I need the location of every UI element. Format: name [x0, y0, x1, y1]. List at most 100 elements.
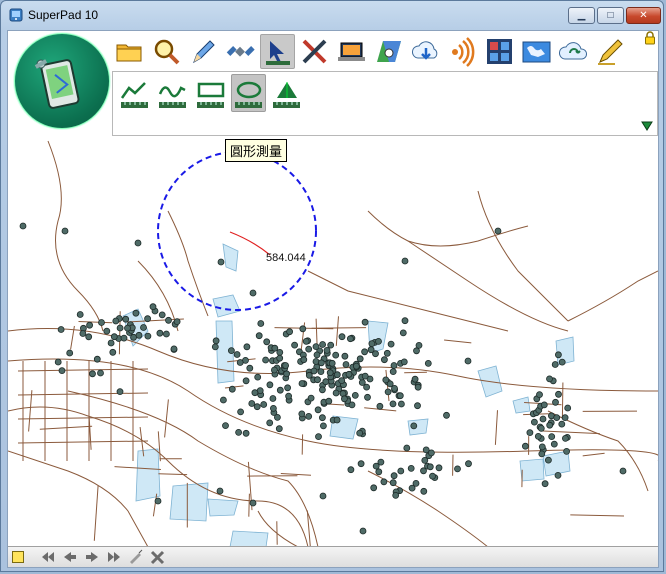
map-point[interactable] [219, 396, 227, 404]
map-point[interactable] [144, 315, 152, 323]
map-point[interactable] [422, 446, 430, 454]
map-point[interactable] [540, 401, 548, 409]
map-point[interactable] [236, 359, 244, 366]
map-point[interactable] [299, 325, 307, 333]
map-point[interactable] [269, 404, 277, 412]
map-point[interactable] [522, 442, 529, 450]
cloud-download-button[interactable] [408, 34, 443, 69]
map-point[interactable] [538, 443, 546, 451]
map-point[interactable] [271, 344, 279, 352]
map-point[interactable] [408, 484, 416, 492]
map-point[interactable] [389, 479, 397, 487]
map-point[interactable] [401, 317, 409, 325]
map-point[interactable] [494, 227, 502, 235]
angle-measure-tool[interactable] [269, 74, 304, 112]
map-point[interactable] [313, 351, 321, 359]
map-point[interactable] [76, 311, 84, 318]
map-point[interactable] [156, 329, 164, 337]
map-point[interactable] [212, 337, 220, 345]
map-view-button[interactable] [371, 34, 406, 69]
map-point[interactable] [361, 318, 369, 326]
map-point[interactable] [66, 349, 74, 357]
map-point[interactable] [407, 464, 415, 472]
map-point[interactable] [397, 467, 405, 475]
map-point[interactable] [537, 424, 545, 432]
map-point[interactable] [380, 356, 388, 364]
rectangle-measure-tool[interactable] [193, 74, 228, 112]
map-point[interactable] [246, 364, 254, 372]
map-point[interactable] [326, 369, 334, 377]
map-point[interactable] [414, 402, 421, 410]
map-point[interactable] [322, 378, 330, 386]
next-button[interactable] [82, 549, 102, 566]
map-point[interactable] [383, 349, 391, 357]
map-point[interactable] [364, 393, 371, 401]
map-point[interactable] [107, 339, 115, 347]
map-point[interactable] [275, 425, 283, 433]
lock-icon[interactable] [644, 31, 656, 45]
map-point[interactable] [526, 429, 534, 437]
maximize-button[interactable]: □ [597, 7, 624, 24]
map-point[interactable] [552, 398, 559, 406]
map-point[interactable] [260, 401, 268, 408]
map-point[interactable] [414, 383, 422, 391]
map-point[interactable] [217, 258, 225, 266]
map-point[interactable] [170, 345, 178, 353]
map-point[interactable] [140, 324, 147, 331]
map-point[interactable] [390, 472, 398, 480]
map-point[interactable] [546, 421, 554, 429]
map-point[interactable] [538, 450, 546, 458]
map-point[interactable] [266, 381, 274, 389]
open-folder-button[interactable] [112, 34, 147, 69]
last-page-button[interactable] [104, 549, 124, 566]
map-point[interactable] [376, 402, 384, 410]
minimize-button[interactable]: ▁ [568, 7, 595, 24]
map-point[interactable] [120, 334, 128, 342]
map-point[interactable] [61, 227, 69, 235]
map-point[interactable] [110, 333, 118, 341]
map-point[interactable] [361, 348, 369, 356]
measure-tools-button[interactable] [260, 33, 295, 69]
map-point[interactable] [363, 383, 371, 391]
map-point[interactable] [276, 354, 284, 362]
map-point[interactable] [124, 324, 131, 332]
first-page-button[interactable] [38, 549, 58, 566]
map-point[interactable] [307, 394, 315, 402]
map-point[interactable] [135, 331, 143, 339]
map-point[interactable] [435, 464, 443, 472]
map-point[interactable] [270, 366, 278, 374]
map-point[interactable] [109, 348, 117, 356]
map-point[interactable] [545, 456, 552, 464]
map-point[interactable] [19, 222, 27, 230]
map-point[interactable] [144, 332, 152, 340]
map-point[interactable] [550, 440, 558, 448]
map-point[interactable] [551, 361, 559, 368]
map-point[interactable] [564, 404, 572, 412]
map-point[interactable] [539, 415, 547, 423]
map-point[interactable] [305, 345, 313, 353]
cloud-sync-button[interactable] [556, 34, 591, 69]
map-point[interactable] [235, 428, 243, 436]
map-point[interactable] [338, 377, 346, 385]
map-point[interactable] [276, 386, 284, 394]
map-point[interactable] [228, 385, 236, 393]
map-point[interactable] [89, 370, 96, 378]
map-point[interactable] [372, 462, 380, 470]
map-point[interactable] [411, 375, 419, 383]
map-point[interactable] [318, 414, 326, 422]
map-point[interactable] [389, 368, 397, 376]
pen-note-button[interactable] [593, 34, 628, 69]
map-point[interactable] [233, 351, 241, 358]
map-point[interactable] [302, 337, 310, 345]
map-point[interactable] [158, 311, 166, 319]
map-point[interactable] [300, 356, 308, 364]
curve-distance-tool[interactable] [155, 74, 190, 112]
map-point[interactable] [340, 395, 348, 403]
map-point[interactable] [103, 327, 111, 335]
map-point[interactable] [162, 330, 170, 338]
map-point[interactable] [562, 434, 569, 442]
map-point[interactable] [98, 319, 105, 326]
map-point[interactable] [443, 411, 450, 419]
map-point[interactable] [173, 318, 181, 326]
map-point[interactable] [319, 422, 327, 430]
